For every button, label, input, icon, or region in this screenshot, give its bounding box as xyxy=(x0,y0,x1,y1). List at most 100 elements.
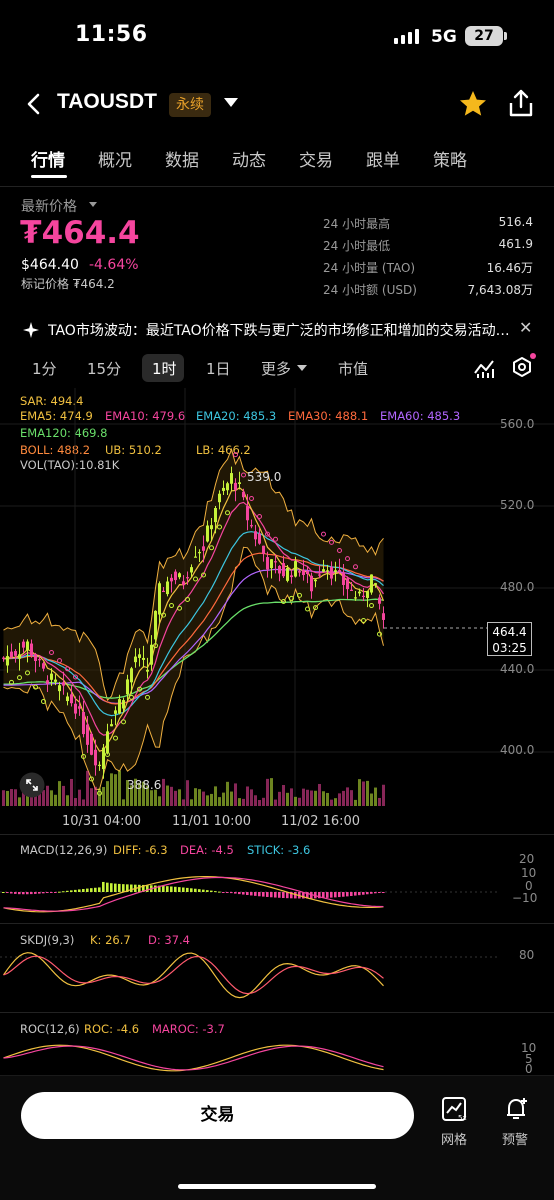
timeframe-1d[interactable]: 1日 xyxy=(206,358,231,379)
volume-bar xyxy=(210,793,213,806)
candle-body xyxy=(18,654,21,659)
candle-body xyxy=(74,703,77,714)
candle-body xyxy=(2,657,5,659)
macd-bar xyxy=(170,886,173,892)
pair-title[interactable]: TAOUSDT xyxy=(57,90,157,114)
volume-bar xyxy=(310,790,313,806)
macd-bar xyxy=(186,887,189,892)
macd-bar xyxy=(2,892,5,893)
maroc-line xyxy=(3,1045,384,1071)
timeframe-1m[interactable]: 1分 xyxy=(32,358,57,379)
volume-bar xyxy=(214,786,217,806)
volume-bar xyxy=(306,789,309,806)
volume-bar xyxy=(382,784,385,806)
macd-bar xyxy=(254,892,257,896)
volume-bar xyxy=(10,789,13,806)
timeframe-15m[interactable]: 15分 xyxy=(87,358,121,379)
mark-price: 标记价格 ₮464.2 xyxy=(21,277,115,291)
timeframe-more[interactable]: 更多 xyxy=(261,358,291,379)
candle-body xyxy=(46,680,49,684)
tab-data[interactable]: 数据 xyxy=(165,146,199,171)
active-tab-indicator xyxy=(31,175,67,178)
candle-body xyxy=(326,570,329,572)
pair-dropdown-icon[interactable] xyxy=(224,98,238,107)
volume-bar xyxy=(150,790,153,806)
volume-bar xyxy=(254,795,257,806)
alert-bell-icon[interactable] xyxy=(502,1095,530,1123)
volume-bar xyxy=(182,799,185,806)
volume-bar xyxy=(186,780,189,806)
volume-bar xyxy=(74,798,77,806)
tab-trades[interactable]: 交易 xyxy=(299,146,333,171)
volume-bar xyxy=(370,793,373,806)
macd-bar xyxy=(58,891,61,893)
more-caret-icon[interactable] xyxy=(297,365,307,371)
candle-body xyxy=(310,575,313,592)
volume-bar xyxy=(50,790,53,806)
candle-body xyxy=(242,491,245,498)
macd-bar xyxy=(342,892,345,897)
price-type-label[interactable]: 最新价格 xyxy=(21,196,77,216)
home-indicator xyxy=(178,1184,376,1189)
back-icon[interactable] xyxy=(24,92,44,116)
volume-bar xyxy=(282,785,285,806)
volume-bar xyxy=(270,778,273,806)
candle-body xyxy=(14,651,17,656)
favorite-star-icon[interactable] xyxy=(458,89,488,119)
grid-bot-icon[interactable]: 5x xyxy=(440,1095,468,1123)
tab-news[interactable]: 动态 xyxy=(232,146,266,171)
candle-body xyxy=(10,651,13,658)
volume-bar xyxy=(298,797,301,806)
battery-icon: 27 xyxy=(465,26,503,46)
tab-copy[interactable]: 跟单 xyxy=(366,146,400,171)
candle-body xyxy=(342,572,345,585)
macd-bar xyxy=(90,888,93,892)
candle-body xyxy=(362,595,365,598)
candle-body xyxy=(198,552,201,554)
share-icon[interactable] xyxy=(507,88,535,118)
tab-strategy[interactable]: 策略 xyxy=(433,146,467,171)
candle-body xyxy=(214,508,217,523)
alert-label[interactable]: 预警 xyxy=(502,1129,528,1148)
perpetual-badge: 永续 xyxy=(169,93,211,117)
macd-bar xyxy=(366,892,369,895)
macd-bar xyxy=(358,892,361,896)
candlestick-chart[interactable] xyxy=(0,388,554,810)
candle-body xyxy=(366,591,369,598)
macd-bar xyxy=(122,884,125,892)
timeframe-market-cap[interactable]: 市值 xyxy=(338,358,368,379)
roc-title: ROC(12,6) xyxy=(20,1022,80,1036)
grid-label[interactable]: 网格 xyxy=(441,1129,467,1148)
news-ticker[interactable]: TAO市场波动：最近TAO价格下跌与更广泛的市场修正和增加的交易活动相关 xyxy=(48,320,510,340)
macd-stick: STICK: -3.6 xyxy=(247,843,311,857)
macd-bar xyxy=(114,883,117,892)
macd-bar xyxy=(346,892,349,897)
macd-bar xyxy=(214,891,217,893)
volume-bar xyxy=(238,798,241,806)
settings-icon[interactable] xyxy=(511,356,533,380)
volume-bar xyxy=(278,791,281,806)
candle-body xyxy=(206,525,209,542)
candle-body xyxy=(138,654,141,658)
macd-bar xyxy=(98,887,101,892)
volume-bar xyxy=(346,787,349,806)
trade-button[interactable]: 交易 xyxy=(21,1092,414,1139)
macd-bar xyxy=(174,886,177,892)
volume-bar xyxy=(322,791,325,806)
tab-market[interactable]: 行情 xyxy=(31,146,65,171)
fullscreen-icon[interactable] xyxy=(19,772,45,798)
candle-body xyxy=(254,531,257,540)
indicator-chart-icon[interactable] xyxy=(473,357,495,379)
candle-body xyxy=(350,589,353,591)
candle-body xyxy=(282,563,285,577)
volume-bar xyxy=(290,788,293,806)
timeframe-1h[interactable]: 1时 xyxy=(152,358,177,379)
y-axis-440: 440.0 xyxy=(500,662,535,676)
tab-overview[interactable]: 概况 xyxy=(98,146,132,171)
close-icon[interactable]: ✕ xyxy=(519,318,532,337)
macd-bar xyxy=(238,892,241,895)
macd-bar xyxy=(34,892,37,894)
volume-bar xyxy=(2,790,5,806)
candle-body xyxy=(174,571,177,581)
price-type-caret-icon[interactable] xyxy=(89,202,97,207)
